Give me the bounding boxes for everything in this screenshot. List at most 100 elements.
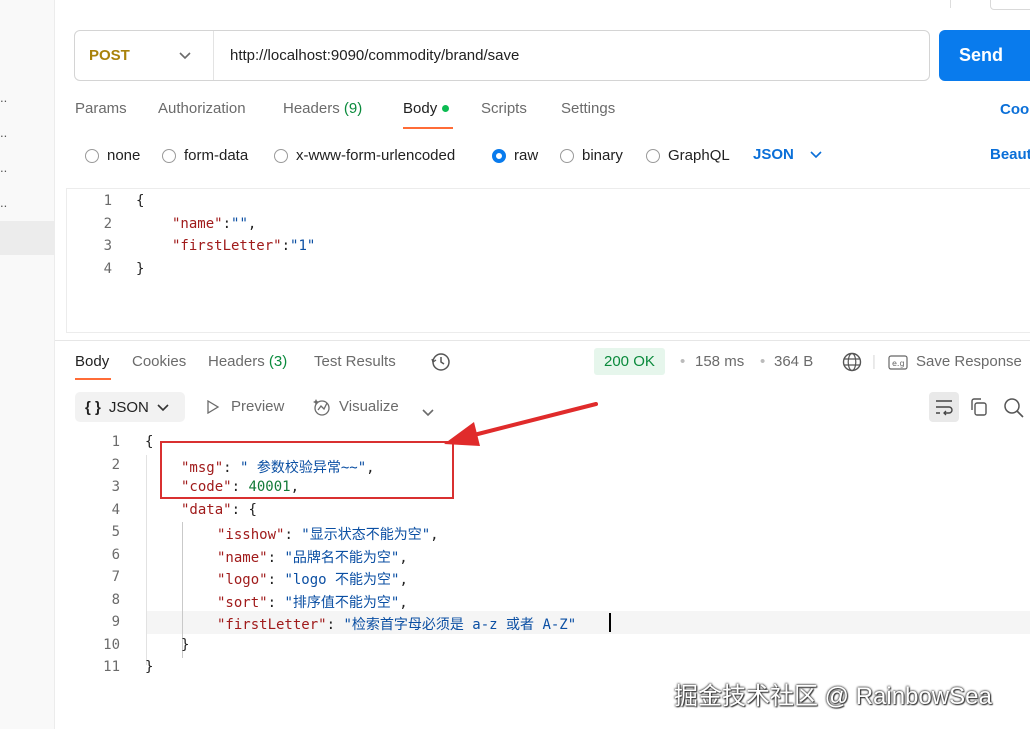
json-value: "logo 不能为空" (284, 572, 400, 588)
json-comma: , (399, 572, 408, 588)
json-comma: , (247, 216, 257, 232)
json-key: "name" (217, 550, 268, 566)
chevron-down-icon (810, 146, 822, 163)
line-number: 8 (111, 592, 120, 608)
preview-button[interactable]: Preview (231, 398, 284, 415)
globe-icon[interactable] (841, 351, 863, 378)
annotation-box (160, 441, 454, 499)
search-icon[interactable] (1003, 397, 1025, 424)
divider (950, 0, 951, 8)
indent-guide (146, 455, 147, 665)
json-key: "firstLetter" (217, 617, 327, 633)
separator: | (872, 353, 876, 370)
json-key: "data" (181, 502, 232, 518)
line-number: 2 (111, 457, 120, 473)
send-button[interactable]: Send (939, 30, 1030, 81)
sidebar-item-truncated[interactable]: .. (0, 125, 7, 140)
tab-label: Headers (208, 353, 265, 370)
copy-icon[interactable] (969, 397, 989, 422)
chevron-down-icon[interactable] (422, 404, 434, 422)
json-key: "logo" (217, 572, 268, 588)
line-number: 1 (111, 434, 120, 450)
tab-test-results[interactable]: Test Results (314, 353, 396, 370)
request-body-editor[interactable] (66, 188, 1030, 333)
method-selector[interactable]: POST (75, 31, 214, 80)
visualize-icon (312, 397, 332, 422)
line-number: 6 (111, 547, 120, 563)
line-number: 7 (111, 569, 120, 585)
sidebar-item-truncated[interactable]: .. (0, 195, 7, 210)
panel-divider[interactable] (55, 340, 1030, 341)
json-value: "" (231, 216, 248, 232)
play-icon (206, 399, 220, 419)
response-size: 364 B (774, 353, 814, 370)
tab-scripts[interactable]: Scripts (481, 100, 527, 117)
tab-count: (3) (268, 353, 288, 370)
sidebar-item-truncated[interactable]: .. (0, 90, 7, 105)
tab-headers-count: (9) (343, 100, 363, 117)
code-line: } (145, 659, 154, 675)
json-key: "isshow" (217, 527, 285, 543)
tab-response-headers[interactable]: Headers (3) (208, 353, 287, 370)
code-line: "sort": "排序值不能为空", (217, 595, 408, 611)
code-line: "firstLetter": "检索首字母必须是 a-z 或者 A-Z" (217, 617, 577, 633)
json-key: "sort" (217, 595, 268, 611)
body-format-label: JSON (753, 146, 794, 163)
radio-urlencoded[interactable]: x-www-form-urlencoded (274, 147, 455, 164)
response-time: 158 ms (695, 353, 745, 370)
response-format-dropdown[interactable]: { } JSON (75, 392, 185, 422)
line-number: 11 (103, 659, 120, 675)
body-format-dropdown[interactable]: JSON (753, 146, 822, 163)
sidebar-item-selected[interactable] (0, 221, 55, 255)
wrap-lines-button[interactable] (929, 392, 959, 422)
code-line: "isshow": "显示状态不能为空", (217, 527, 439, 543)
line-number: 4 (111, 502, 120, 518)
history-icon[interactable] (430, 351, 452, 378)
json-key: "firstLetter" (172, 238, 282, 254)
code-line: { (145, 434, 154, 450)
radio-form-data[interactable]: form-data (162, 147, 248, 164)
code-line: "data": { (181, 502, 257, 518)
line-number: 1 (103, 193, 112, 209)
radio-label: GraphQL (668, 147, 730, 164)
radio-raw[interactable]: raw (492, 147, 538, 164)
tab-settings[interactable]: Settings (561, 100, 615, 117)
tab-params[interactable]: Params (75, 100, 127, 117)
visualize-button[interactable]: Visualize (339, 398, 399, 415)
radio-graphql[interactable]: GraphQL (646, 147, 730, 164)
code-line: { (136, 193, 145, 209)
method-label: POST (89, 47, 130, 64)
line-number: 10 (103, 637, 120, 653)
json-value: "品牌名不能为空" (284, 550, 400, 566)
json-comma: , (399, 595, 408, 611)
tab-cookies[interactable]: Cookies (132, 353, 186, 370)
radio-none[interactable]: none (85, 147, 140, 164)
sidebar-item-truncated[interactable]: .. (0, 160, 7, 175)
active-tab-underline (403, 127, 453, 129)
code-line: "name": "品牌名不能为空", (217, 550, 408, 566)
tab-response-body[interactable]: Body (75, 353, 109, 370)
radio-binary[interactable]: binary (560, 147, 623, 164)
code-line: } (136, 261, 145, 277)
json-comma: , (399, 550, 408, 566)
tab-body[interactable]: Body (403, 100, 450, 117)
svg-text:e.g: e.g (892, 359, 905, 368)
braces-icon: { } (85, 398, 101, 416)
line-number: 4 (103, 261, 112, 277)
json-key: "name" (172, 216, 223, 232)
watermark: 掘金技术社区 @ RainbowSea (674, 683, 992, 710)
body-indicator-dot (442, 104, 450, 112)
url-bar: POST http://localhost:9090/commodity/bra… (74, 30, 930, 81)
beautify-link[interactable]: Beaut (990, 146, 1030, 163)
radio-circle (560, 148, 574, 163)
url-input[interactable]: http://localhost:9090/commodity/brand/sa… (214, 47, 519, 64)
cookies-link[interactable]: Coo (1000, 101, 1029, 118)
tab-authorization[interactable]: Authorization (158, 100, 246, 117)
active-tab-underline (75, 378, 111, 380)
radio-label: binary (582, 147, 623, 164)
radio-label: x-www-form-urlencoded (296, 147, 456, 164)
tab-headers[interactable]: Headers (9) (283, 100, 362, 117)
line-number: 9 (111, 614, 120, 630)
save-response-button[interactable]: Save Response (916, 353, 1022, 370)
environment-selector[interactable] (990, 0, 1030, 10)
